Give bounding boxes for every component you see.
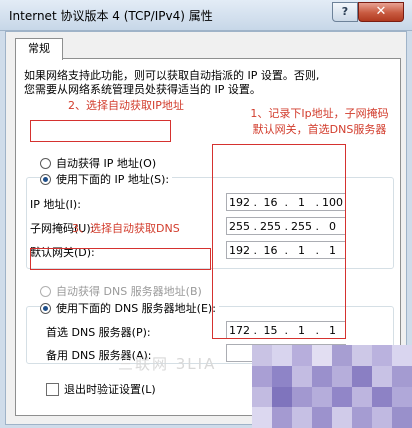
watermark: 三联网 3LIA [118,355,217,373]
mask-octet-1: 255 [229,219,250,233]
ip-octet-3: 1 [298,195,305,209]
gateway-octet-2: 16 [263,243,278,257]
gateway-octet-3: 1 [298,243,305,257]
gateway-octet-1: 192 [229,243,250,257]
auto-dns-label: 自动获得 DNS 服务器地址(B) [56,285,202,298]
auto-dns-radio[interactable]: 自动获得 DNS 服务器地址(B) [40,283,202,299]
ip-octet-4: 100 [322,195,343,209]
radio-icon [40,157,51,169]
subnet-mask-input[interactable]: 255. 255. 255. 0 [226,217,346,235]
preferred-dns-label: 首选 DNS 服务器(P): [46,326,151,339]
annotation-3: 3、选择自动获取DNS [72,222,180,235]
watermark-mosaic [252,345,412,428]
dns1-octet-2: 15 [263,323,278,337]
radio-selected-icon [40,173,51,185]
close-button[interactable]: ✕ [358,2,404,22]
validate-checkbox[interactable]: 退出时验证设置(L) [46,381,156,397]
help-button[interactable]: ? [332,2,358,22]
annotation-2: 2、选择自动获取IP地址 [68,99,184,112]
annotation-1: 1、记录下Ip地址，子网掩码 默认网关，首选DNS服务器 [232,106,407,138]
description: 如果网络支持此功能，则可以获取自动指派的 IP 设置。否则, 您需要从网络系统管… [24,69,394,97]
ip-octet-1: 192 [229,195,250,209]
checkbox-icon [46,382,59,396]
ip-address-label: IP 地址(I): [30,198,81,211]
default-gateway-label: 默认网关(D): [30,246,95,259]
ip-octet-2: 16 [263,195,278,209]
validate-label: 退出时验证设置(L) [64,383,156,396]
annotation-1-line-2: 默认网关，首选DNS服务器 [252,123,387,136]
description-line-1: 如果网络支持此功能，则可以获取自动指派的 IP 设置。否则, [24,69,320,82]
default-gateway-input[interactable]: 192. 16. 1. 1 [226,241,346,259]
annotation-1-line-1: 1、记录下Ip地址，子网掩码 [250,107,389,120]
mask-octet-2: 255 [260,219,281,233]
preferred-dns-input[interactable]: 172. 15. 1. 1 [226,321,346,339]
auto-ip-label: 自动获得 IP 地址(O) [56,157,157,170]
manual-ip-radio[interactable]: 使用下面的 IP 地址(S): [40,171,173,187]
gateway-octet-4: 1 [329,243,336,257]
auto-ip-radio[interactable]: 自动获得 IP 地址(O) [40,155,156,171]
manual-ip-label: 使用下面的 IP 地址(S): [56,173,170,186]
manual-dns-radio[interactable]: 使用下面的 DNS 服务器地址(E): [40,300,219,316]
dns1-octet-3: 1 [298,323,305,337]
mask-octet-3: 255 [291,219,312,233]
title-bar: Internet 协议版本 4 (TCP/IPv4) 属性 ? ✕ [0,0,412,31]
tab-general[interactable]: 常规 [15,38,63,60]
description-line-2: 您需要从网络系统管理员处获得适当的 IP 设置。 [24,83,261,96]
radio-selected-icon [40,302,51,314]
radio-icon [40,285,51,297]
window-title: Internet 协议版本 4 (TCP/IPv4) 属性 [9,9,213,23]
dns1-octet-4: 1 [329,323,336,337]
mask-octet-4: 0 [329,219,336,233]
dns1-octet-1: 172 [229,323,250,337]
ip-address-input[interactable]: 192. 16. 1. 100 [226,193,346,211]
manual-dns-label: 使用下面的 DNS 服务器地址(E): [56,302,216,315]
